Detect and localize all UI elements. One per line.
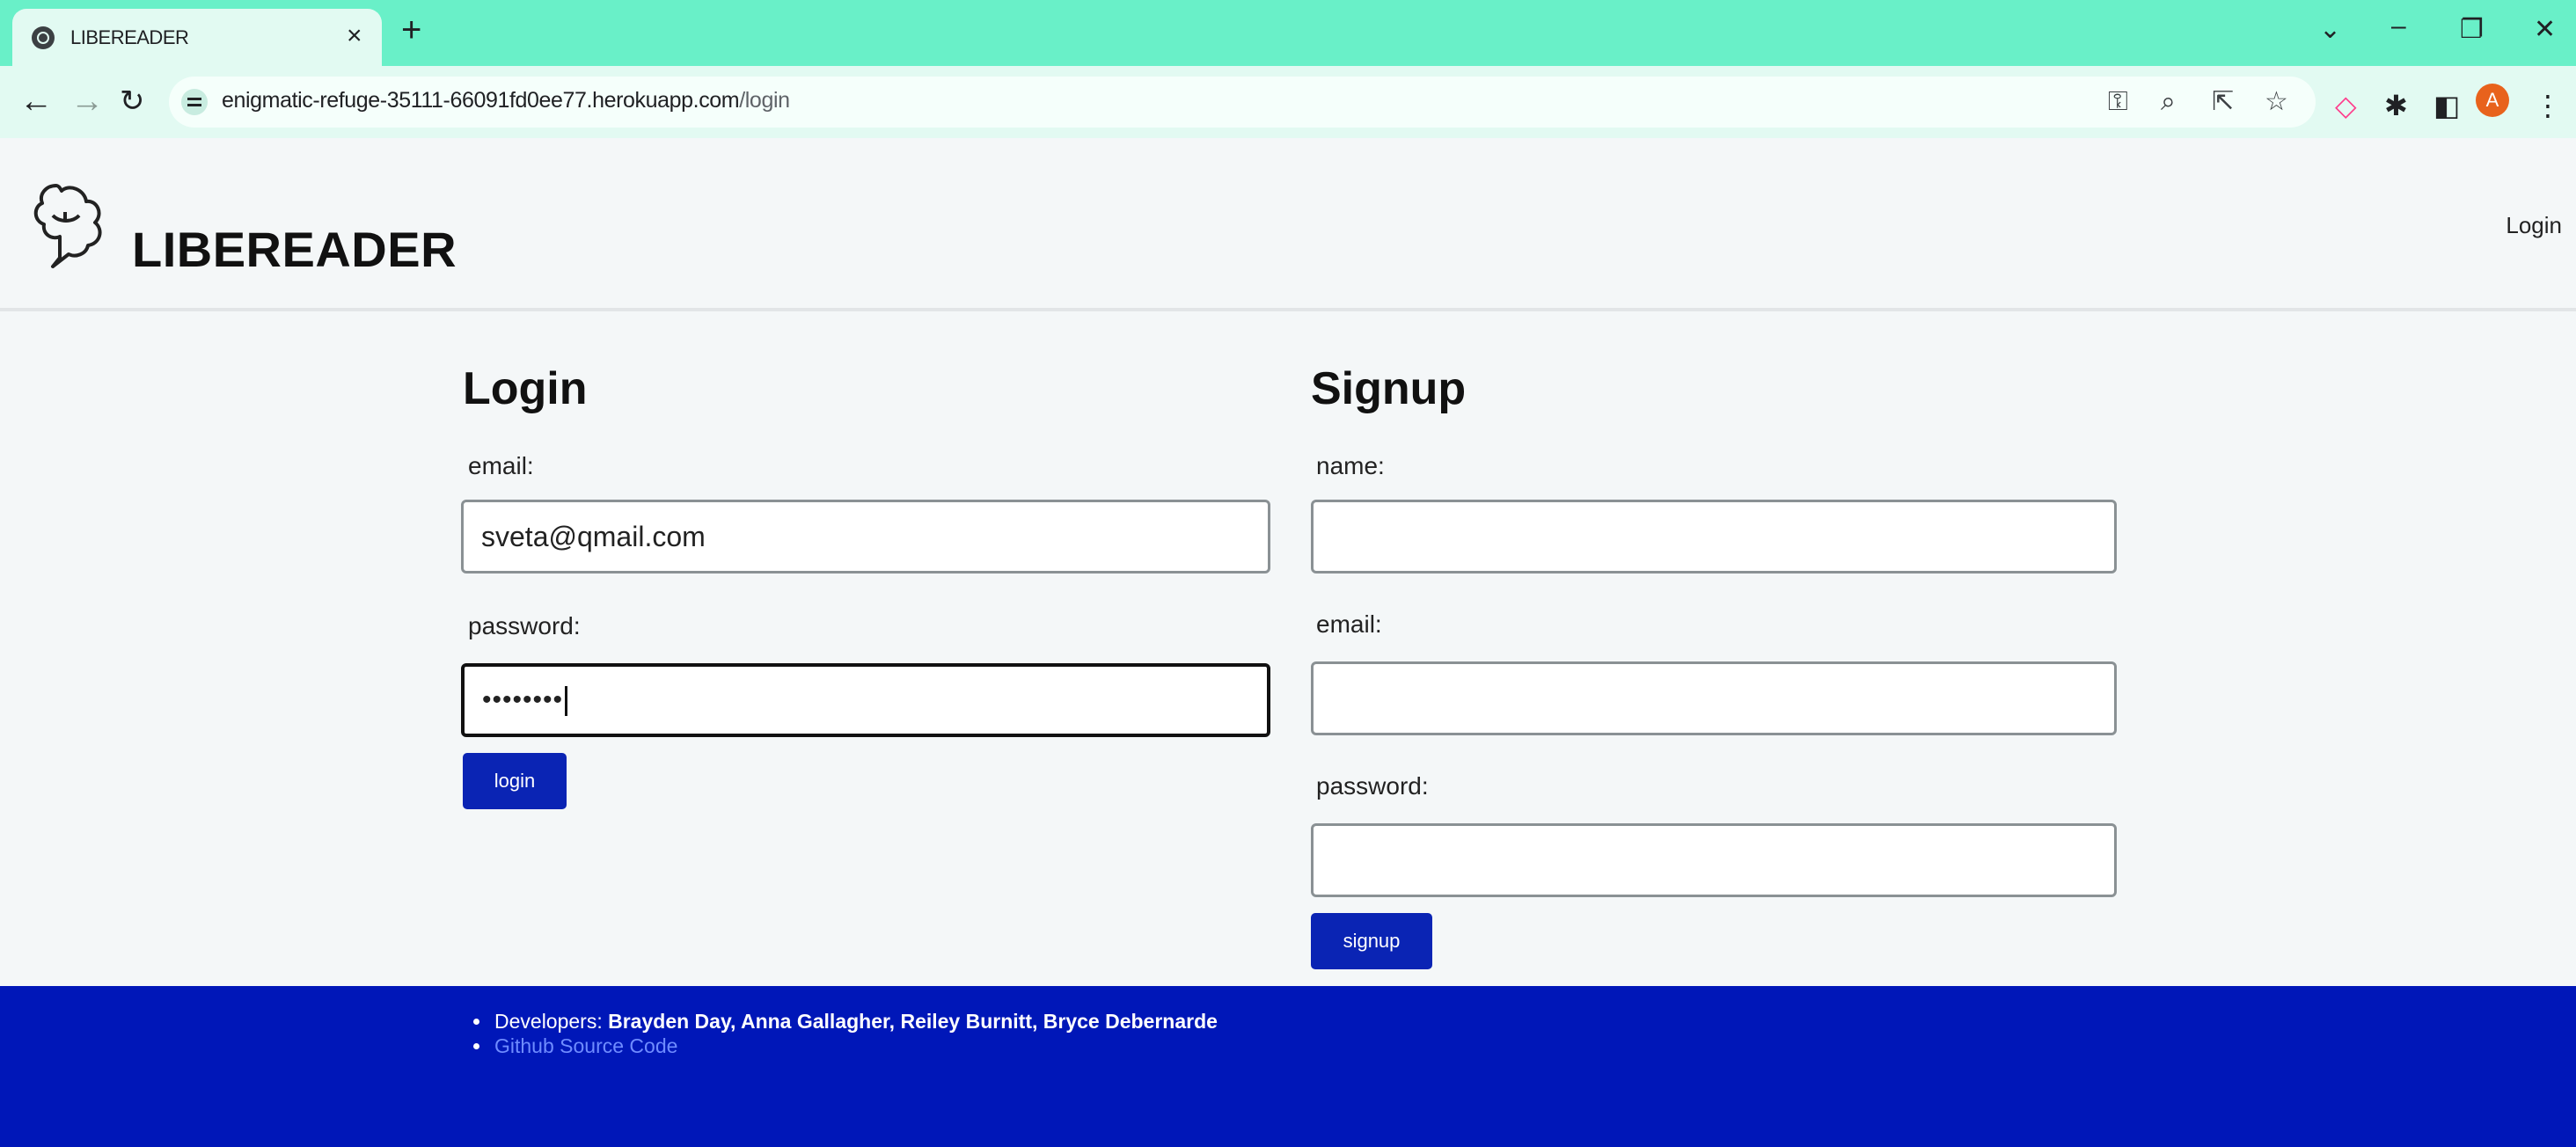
address-bar[interactable]: enigmatic-refuge-35111-66091fd0ee77.hero… — [169, 77, 2316, 128]
tab-title: LIBEREADER — [70, 26, 189, 48]
site-footer: Developers: Brayden Day, Anna Gallagher,… — [0, 986, 2576, 1147]
signup-email-field[interactable] — [1311, 661, 2117, 735]
window-close-icon[interactable]: ✕ — [2534, 12, 2556, 47]
brain-logo-icon — [33, 184, 102, 268]
footer-source-item: Github Source Code — [470, 1034, 1218, 1058]
chevron-down-icon[interactable]: ⌄ — [2319, 12, 2341, 47]
footer-list: Developers: Brayden Day, Anna Gallagher,… — [470, 1009, 1218, 1058]
signup-heading: Signup — [1311, 363, 1467, 414]
login-password-field[interactable]: •••••••• — [461, 663, 1270, 737]
signup-password-label: password: — [1316, 772, 1429, 800]
login-heading: Login — [463, 363, 588, 414]
signup-button[interactable]: signup — [1311, 913, 1432, 969]
zoom-icon[interactable]: ⌕ — [2161, 87, 2176, 117]
minimize-icon[interactable]: – — [2391, 9, 2406, 44]
sidepanel-icon[interactable]: ◧ — [2433, 91, 2460, 121]
reload-icon[interactable]: ↻ — [120, 82, 145, 121]
auth-forms: Login email: password: •••••••• login Si… — [0, 311, 2576, 986]
extension-icon[interactable]: ◇ — [2335, 91, 2357, 121]
browser-tabstrip: LIBEREADER × + ⌄ – ❐ ✕ — [0, 0, 2576, 66]
globe-icon — [32, 26, 55, 49]
plus-icon[interactable]: + — [401, 12, 421, 47]
login-email-label: email: — [468, 452, 534, 479]
login-password-label: password: — [468, 612, 581, 639]
text-cursor — [565, 686, 568, 717]
developers-names: Brayden Day, Anna Gallagher, Reiley Burn… — [608, 1010, 1218, 1033]
signup-email-label: email: — [1316, 610, 1382, 638]
close-icon[interactable]: × — [347, 21, 362, 51]
brand-title: LIBEREADER — [132, 222, 457, 277]
nav-login-link[interactable]: Login — [2506, 212, 2562, 239]
profile-avatar[interactable]: A — [2476, 84, 2509, 117]
browser-toolbar: ← → ↻ enigmatic-refuge-35111-66091fd0ee7… — [0, 66, 2576, 138]
site-settings-icon[interactable] — [181, 89, 208, 115]
menu-icon[interactable]: ⋮ — [2534, 91, 2562, 121]
signup-name-field[interactable] — [1311, 500, 2117, 574]
star-icon[interactable]: ☆ — [2265, 87, 2288, 117]
back-icon[interactable]: ← — [19, 82, 53, 121]
puzzle-icon[interactable]: ✱ — [2384, 91, 2408, 121]
share-icon[interactable]: ⇱ — [2212, 87, 2234, 117]
forward-icon[interactable]: → — [70, 82, 104, 121]
site-header: LIBEREADER Login — [0, 138, 2576, 311]
signup-name-label: name: — [1316, 452, 1385, 479]
restore-icon[interactable]: ❐ — [2460, 12, 2484, 47]
key-icon[interactable]: ⚿ — [2108, 87, 2128, 117]
github-source-link[interactable]: Github Source Code — [494, 1034, 677, 1057]
url-text[interactable]: enigmatic-refuge-35111-66091fd0ee77.hero… — [222, 88, 790, 113]
developers-label: Developers: — [494, 1010, 609, 1033]
password-mask: •••••••• — [482, 685, 564, 714]
footer-developers-item: Developers: Brayden Day, Anna Gallagher,… — [470, 1009, 1218, 1034]
login-email-field[interactable] — [461, 500, 1270, 574]
browser-tab[interactable]: LIBEREADER × — [12, 9, 382, 66]
login-button[interactable]: login — [463, 753, 567, 809]
signup-password-field[interactable] — [1311, 823, 2117, 897]
